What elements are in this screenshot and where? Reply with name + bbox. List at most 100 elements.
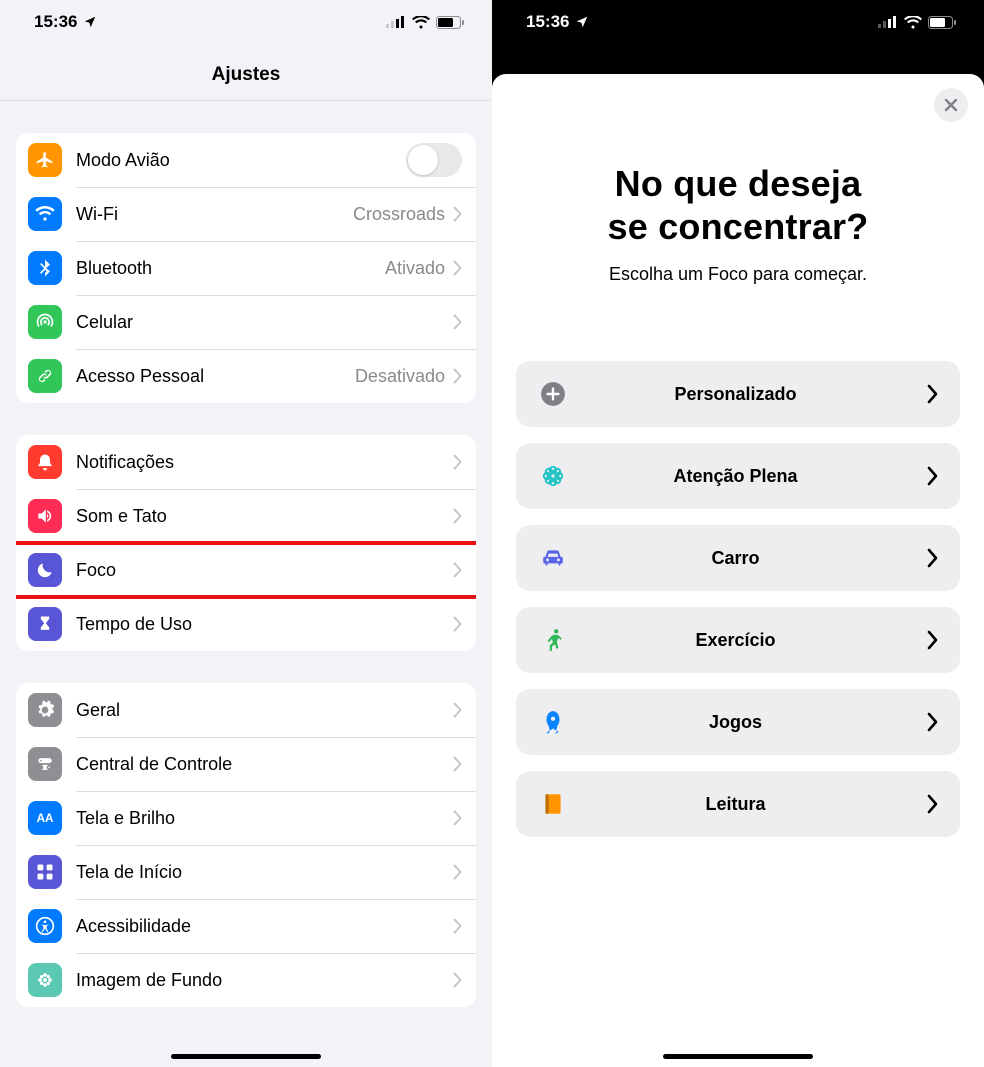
settings-row-wi-fi[interactable]: Wi-Fi Crossroads — [16, 187, 476, 241]
chevron-right-icon — [453, 702, 462, 718]
settings-row-tela-e-brilho[interactable]: AA Tela e Brilho — [16, 791, 476, 845]
wifi-icon — [904, 16, 922, 29]
focus-label: Carro — [568, 548, 927, 569]
location-icon — [83, 15, 97, 29]
hourglass-icon — [28, 607, 62, 641]
page-title: Ajustes — [0, 44, 492, 101]
status-time: 15:36 — [34, 12, 77, 32]
row-label: Tempo de Uso — [76, 614, 192, 635]
settings-row-celular[interactable]: Celular — [16, 295, 476, 349]
status-bar: 15:36 — [0, 0, 492, 44]
settings-row-foco[interactable]: Foco — [16, 543, 476, 597]
book-icon — [538, 791, 568, 817]
focus-option-personalizado[interactable]: Personalizado — [516, 361, 960, 427]
moon-icon — [28, 553, 62, 587]
focus-option-exerc-cio[interactable]: Exercício — [516, 607, 960, 673]
row-label: Central de Controle — [76, 754, 232, 775]
chevron-right-icon — [453, 508, 462, 524]
focus-option-leitura[interactable]: Leitura — [516, 771, 960, 837]
status-bar: 15:36 — [492, 0, 984, 44]
row-label: Notificações — [76, 452, 174, 473]
cellular-icon — [878, 16, 898, 28]
link-icon — [28, 359, 62, 393]
chevron-right-icon — [453, 616, 462, 632]
close-icon — [944, 98, 958, 112]
airplane-icon — [28, 143, 62, 177]
chevron-right-icon — [453, 756, 462, 772]
row-value: Ativado — [385, 258, 445, 279]
focus-option-aten-o-plena[interactable]: Atenção Plena — [516, 443, 960, 509]
settings-row-som-e-tato[interactable]: Som e Tato — [16, 489, 476, 543]
close-button[interactable] — [934, 88, 968, 122]
focus-sheet: No que deseja se concentrar? Escolha um … — [492, 74, 984, 1067]
focus-option-carro[interactable]: Carro — [516, 525, 960, 591]
row-label: Tela e Brilho — [76, 808, 175, 829]
flower-icon — [28, 963, 62, 997]
chevron-right-icon — [453, 562, 462, 578]
row-label: Wi-Fi — [76, 204, 118, 225]
settings-row-tela-de-in-cio[interactable]: Tela de Início — [16, 845, 476, 899]
row-label: Celular — [76, 312, 133, 333]
plus-icon — [538, 381, 568, 407]
row-label: Tela de Início — [76, 862, 182, 883]
settings-row-tempo-de-uso[interactable]: Tempo de Uso — [16, 597, 476, 651]
rocket-icon — [538, 709, 568, 735]
row-label: Geral — [76, 700, 120, 721]
chevron-right-icon — [453, 918, 462, 934]
car-icon — [538, 545, 568, 571]
chevron-right-icon — [453, 972, 462, 988]
home-indicator[interactable] — [663, 1054, 813, 1059]
chevron-right-icon — [453, 454, 462, 470]
sheet-title: No que deseja se concentrar? — [516, 74, 960, 248]
row-value: Crossroads — [353, 204, 445, 225]
settings-screen: 15:36 Ajustes Modo Avião Wi-Fi Crossroads B… — [0, 0, 492, 1067]
home-indicator[interactable] — [171, 1054, 321, 1059]
chevron-right-icon — [453, 810, 462, 826]
settings-group: Modo Avião Wi-Fi Crossroads Bluetooth Ativad… — [16, 133, 476, 403]
access-icon — [28, 909, 62, 943]
chevron-right-icon — [927, 712, 938, 732]
cellular-icon — [386, 16, 406, 28]
row-label: Foco — [76, 560, 116, 581]
bell-icon — [28, 445, 62, 479]
row-label: Bluetooth — [76, 258, 152, 279]
focus-label: Personalizado — [568, 384, 927, 405]
toggle-switch[interactable] — [406, 143, 462, 177]
aa-icon: AA — [28, 801, 62, 835]
settings-group: Geral Central de Controle AA Tela e Brilho T… — [16, 683, 476, 1007]
row-label: Modo Avião — [76, 150, 170, 171]
chevron-right-icon — [927, 548, 938, 568]
focus-label: Leitura — [568, 794, 927, 815]
focus-label: Atenção Plena — [568, 466, 927, 487]
focus-option-jogos[interactable]: Jogos — [516, 689, 960, 755]
grid-icon — [28, 855, 62, 889]
settings-row-acesso-pessoal[interactable]: Acesso PessoalDesativado — [16, 349, 476, 403]
row-label: Acessibilidade — [76, 916, 191, 937]
battery-icon — [928, 16, 956, 29]
settings-row-geral[interactable]: Geral — [16, 683, 476, 737]
chevron-right-icon — [453, 368, 462, 384]
chevron-right-icon — [453, 314, 462, 330]
chevron-right-icon — [927, 466, 938, 486]
settings-row-central-de-controle[interactable]: Central de Controle — [16, 737, 476, 791]
row-label: Imagem de Fundo — [76, 970, 222, 991]
row-label: Som e Tato — [76, 506, 167, 527]
svg-text:AA: AA — [37, 812, 54, 825]
settings-row-notifica-es[interactable]: Notificações — [16, 435, 476, 489]
status-time: 15:36 — [526, 12, 569, 32]
speaker-icon — [28, 499, 62, 533]
row-label: Acesso Pessoal — [76, 366, 204, 387]
switches-icon — [28, 747, 62, 781]
settings-row-bluetooth[interactable]: Bluetooth Ativado — [16, 241, 476, 295]
focus-label: Jogos — [568, 712, 927, 733]
status-indicators — [878, 16, 956, 29]
settings-row-acessibilidade[interactable]: Acessibilidade — [16, 899, 476, 953]
gear-icon — [28, 693, 62, 727]
location-icon — [575, 15, 589, 29]
mindful-icon — [538, 463, 568, 489]
settings-group: Notificações Som e Tato Foco Tempo de Uso — [16, 435, 476, 651]
settings-row-modo-avi-o[interactable]: Modo Avião — [16, 133, 476, 187]
chevron-right-icon — [927, 384, 938, 404]
settings-row-imagem-de-fundo[interactable]: Imagem de Fundo — [16, 953, 476, 1007]
sheet-subtitle: Escolha um Foco para começar. — [516, 264, 960, 285]
